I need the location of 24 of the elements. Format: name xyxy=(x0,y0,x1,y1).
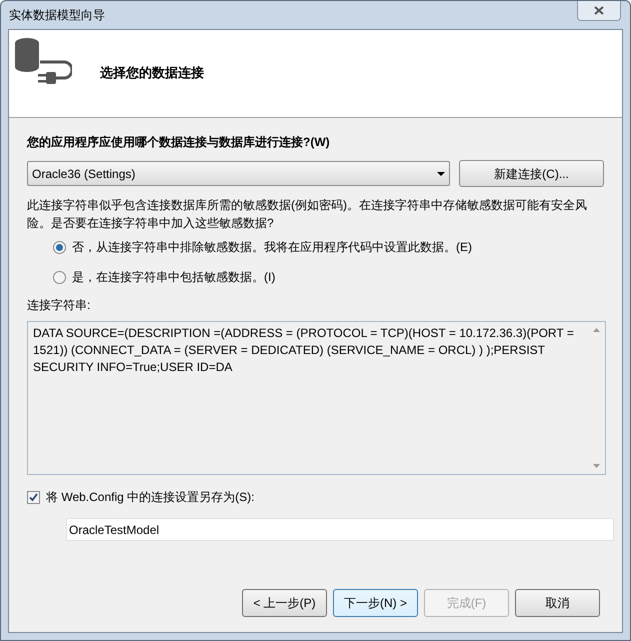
dialog-button[interactable]: 取消 xyxy=(515,589,600,617)
radio-button[interactable] xyxy=(53,240,66,254)
setting-name-field[interactable]: OracleTestModel xyxy=(66,518,614,541)
radio-label: 否，从连接字符串中排除敏感数据。我将在应用程序代码中设置此数据。(E) xyxy=(72,239,472,256)
new-connection-button[interactable]: 新建连接(C)... xyxy=(459,160,604,187)
close-button[interactable] xyxy=(577,1,621,21)
dialog-button[interactable]: 下一步(N) > xyxy=(333,589,418,617)
radio-label: 是，在连接字符串中包括敏感数据。(I) xyxy=(72,269,276,286)
close-icon xyxy=(594,6,604,15)
warning-text: 此连接字符串似乎包含连接数据库所需的敏感数据(例如密码)。在连接字符串中存储敏感数据可能有安全风险。是否要在连接字符串中加入这些敏感数据? xyxy=(27,197,588,232)
scroll-up-icon xyxy=(593,328,600,332)
database-plug-icon xyxy=(12,36,72,86)
connection-string-textarea[interactable]: DATA SOURCE=(DESCRIPTION =(ADDRESS = (PROTOCOL = TCP)(HOST = 10.172.36.3)(PORT = 1521)) (CONNECT_DATA = (SERVER = DEDICATED) (SERVICE_NAME = ORCL) ) );PERSIST SECURITY INFO=True;USER ID=DA xyxy=(27,321,606,475)
dropdown-arrow-icon xyxy=(437,172,445,176)
window-title: 实体数据模型向导 xyxy=(8,7,105,24)
header-title: 选择您的数据连接 xyxy=(100,64,204,82)
radio-button[interactable] xyxy=(53,270,66,284)
connection-string-label: 连接字符串: xyxy=(27,297,92,314)
save-checkbox[interactable] xyxy=(27,490,40,504)
question-label: 您的应用程序应使用哪个数据连接与数据库进行连接?(W) xyxy=(27,134,331,151)
scroll-down-icon xyxy=(593,464,600,468)
save-setting-label: 将 Web.Config 中的连接设置另存为(S): xyxy=(46,489,254,506)
connection-dropdown[interactable]: Oracle36 (Settings) xyxy=(27,161,450,186)
dialog-button[interactable]: < 上一步(P) xyxy=(242,589,327,617)
